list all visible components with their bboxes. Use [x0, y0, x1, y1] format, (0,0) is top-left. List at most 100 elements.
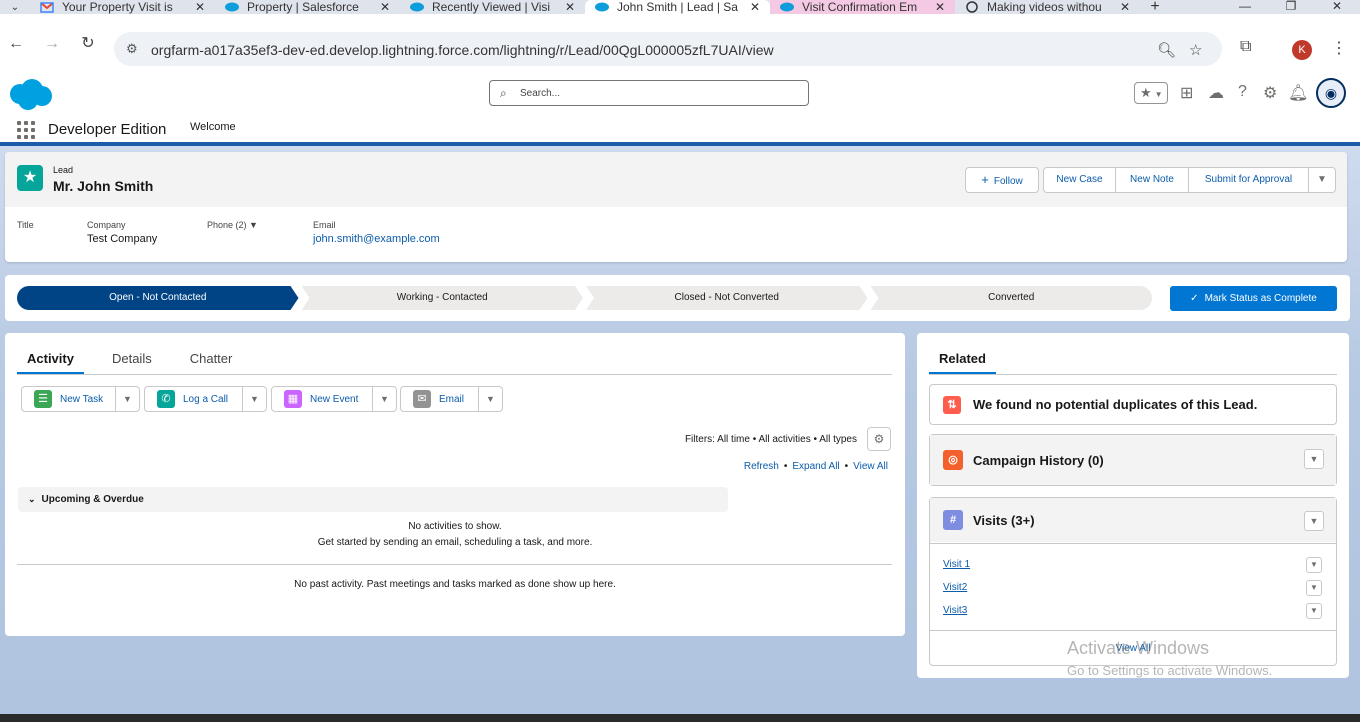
browser-toolbar: ← → ↻ ⚙ orgfarm-a017a35ef3-dev-ed.develo…	[0, 14, 1360, 74]
nav-item-welcome[interactable]: Welcome	[190, 121, 236, 133]
refresh-link[interactable]: Refresh	[744, 461, 779, 472]
tab-search-chevron-icon[interactable]: ⌄	[0, 0, 30, 14]
back-arrow-icon[interactable]: ←	[8, 36, 24, 52]
tab-chatter[interactable]: Chatter	[180, 343, 243, 374]
browser-tab[interactable]: Making videos withou ✕	[955, 0, 1140, 14]
browser-tab-active[interactable]: John Smith | Lead | Sa ✕	[585, 0, 770, 14]
chrome-menu-icon[interactable]: ⋮	[1331, 38, 1347, 58]
tab-details[interactable]: Details	[102, 343, 162, 374]
field-email: Email john.smith@example.com	[313, 220, 440, 245]
field-phone[interactable]: Phone (2) ▼	[207, 220, 258, 230]
field-label: Email	[313, 220, 336, 230]
chevron-down-icon[interactable]: ▼	[372, 387, 396, 411]
visits-title[interactable]: Visits (3+)	[973, 513, 1035, 528]
chevron-down-icon[interactable]: ▼	[1306, 580, 1322, 596]
new-case-button[interactable]: New Case	[1043, 167, 1116, 193]
browser-tab[interactable]: Your Property Visit is ✕	[30, 0, 215, 14]
tab-close-icon[interactable]: ✕	[565, 0, 575, 14]
visit-link[interactable]: Visit3	[943, 605, 967, 616]
app-launcher-icon[interactable]	[17, 121, 35, 139]
new-event-button[interactable]: ▦ New Event ▼	[271, 386, 397, 412]
more-actions-chevron-icon[interactable]: ▼	[1309, 167, 1336, 193]
restore-icon[interactable]: ❐	[1268, 0, 1314, 14]
object-label: Lead	[53, 165, 74, 175]
divider	[930, 630, 1336, 631]
chevron-down-icon[interactable]: ▼	[249, 220, 258, 230]
user-avatar[interactable]: ◉	[1316, 78, 1346, 108]
browser-tab[interactable]: Recently Viewed | Visi ✕	[400, 0, 585, 14]
minimize-icon[interactable]: —	[1222, 0, 1268, 14]
duplicate-icon: ⇅	[943, 395, 961, 414]
address-bar[interactable]: ⚙ orgfarm-a017a35ef3-dev-ed.develop.ligh…	[114, 32, 1222, 66]
help-icon[interactable]: ?	[1238, 83, 1247, 101]
windows-watermark-title: Activate Windows	[1067, 638, 1210, 658]
extensions-icon[interactable]: ⧉	[1240, 38, 1251, 56]
chevron-down-icon: ⌄	[28, 494, 36, 504]
chevron-down-icon[interactable]: ▼	[1304, 511, 1324, 531]
task-icon: ☰	[34, 390, 52, 408]
status-path: Open - Not Contacted Working - Contacted…	[17, 286, 1152, 310]
email-button[interactable]: ✉ Email ▼	[400, 386, 503, 412]
visit-link[interactable]: Visit2	[943, 582, 967, 593]
email-link[interactable]: john.smith@example.com	[313, 233, 440, 245]
new-task-button[interactable]: ☰ New Task ▼	[21, 386, 140, 412]
activity-panel: Activity Details Chatter ☰ New Task ▼ ✆ …	[5, 333, 905, 636]
filter-settings-gear-icon[interactable]: ⚙	[867, 427, 891, 451]
global-create-icon[interactable]: ⊞	[1180, 83, 1193, 103]
global-search-input[interactable]: ⌕ Search...	[489, 80, 809, 106]
path-stage-closed[interactable]: Closed - Not Converted	[586, 286, 868, 310]
tab-close-icon[interactable]: ✕	[195, 0, 205, 14]
campaign-target-icon: ◎	[943, 450, 963, 470]
new-note-button[interactable]: New Note	[1116, 167, 1189, 193]
browser-tab[interactable]: Visit Confirmation Em ✕	[770, 0, 955, 14]
tab-title: John Smith | Lead | Sa	[617, 0, 738, 14]
field-label: Title	[17, 220, 34, 230]
bookmark-star-icon[interactable]: ☆	[1189, 41, 1202, 59]
mark-status-complete-button[interactable]: ✓ Mark Status as Complete	[1170, 286, 1337, 311]
zoom-icon[interactable]: 🔍︎	[1157, 41, 1176, 59]
submit-for-approval-button[interactable]: Submit for Approval	[1189, 167, 1309, 193]
tab-close-icon[interactable]: ✕	[380, 0, 390, 14]
close-window-icon[interactable]: ✕	[1314, 0, 1360, 14]
log-a-call-button[interactable]: ✆ Log a Call ▼	[144, 386, 267, 412]
call-icon: ✆	[157, 390, 175, 408]
view-all-link[interactable]: View All	[853, 461, 888, 472]
new-tab-plus-icon[interactable]: +	[1140, 0, 1170, 14]
chevron-down-icon[interactable]: ▼	[478, 387, 502, 411]
activity-filters-text: Filters: All time • All activities • All…	[684, 434, 857, 445]
path-stage-working[interactable]: Working - Contacted	[302, 286, 584, 310]
setup-gear-icon[interactable]: ⚙	[1263, 83, 1277, 103]
notifications-bell-icon[interactable]: 🔔︎	[1288, 83, 1308, 103]
expand-all-link[interactable]: Expand All	[792, 461, 839, 472]
chevron-down-icon[interactable]: ▼	[1306, 603, 1322, 619]
tab-related[interactable]: Related	[929, 343, 996, 374]
trailhead-icon[interactable]: ☁	[1208, 83, 1224, 103]
chevron-down-icon[interactable]: ▼	[1304, 449, 1324, 469]
windows-watermark-subtitle: Go to Settings to activate Windows.	[1067, 663, 1273, 678]
follow-label: Follow	[993, 176, 1023, 187]
email-icon: ✉	[413, 390, 431, 408]
browser-tab[interactable]: Property | Salesforce ✕	[215, 0, 400, 14]
follow-button[interactable]: + Follow	[965, 167, 1039, 193]
campaign-history-title[interactable]: Campaign History (0)	[973, 453, 1104, 468]
tab-close-icon[interactable]: ✕	[750, 0, 760, 14]
upcoming-overdue-section[interactable]: ⌄ Upcoming & Overdue	[18, 487, 728, 512]
visit-link[interactable]: Visit 1	[943, 559, 970, 570]
favorites-button[interactable]: ★ ▼	[1134, 82, 1168, 104]
salesforce-cloud-icon	[410, 2, 424, 12]
chevron-down-icon[interactable]: ▼	[242, 387, 266, 411]
tab-close-icon[interactable]: ✕	[935, 0, 945, 14]
chevron-down-icon[interactable]: ▼	[1306, 557, 1322, 573]
tab-close-icon[interactable]: ✕	[1120, 0, 1130, 14]
reload-icon[interactable]: ↻	[80, 36, 96, 52]
path-stage-converted[interactable]: Converted	[870, 286, 1152, 310]
url-text[interactable]: orgfarm-a017a35ef3-dev-ed.develop.lightn…	[151, 42, 774, 58]
salesforce-logo[interactable]	[6, 78, 54, 112]
duplicates-card: ⇅ We found no potential duplicates of th…	[929, 384, 1337, 425]
site-info-icon[interactable]: ⚙	[126, 41, 138, 57]
forward-arrow-icon[interactable]: →	[44, 36, 60, 52]
chevron-down-icon[interactable]: ▼	[115, 387, 139, 411]
profile-avatar[interactable]: K	[1292, 40, 1312, 60]
tab-activity[interactable]: Activity	[17, 343, 84, 374]
path-stage-open[interactable]: Open - Not Contacted	[17, 286, 299, 310]
